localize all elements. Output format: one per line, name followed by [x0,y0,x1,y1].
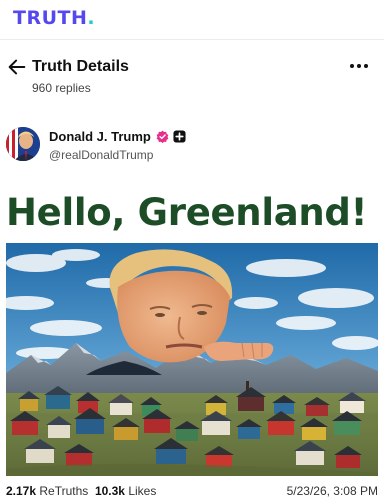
logo-text: TRUTH [13,7,88,29]
author-name-row: Donald J. Trump [49,129,186,144]
engagement-counts: 2.17k ReTruths 10.3k Likes [6,484,156,498]
top-bar: TRUTH. [0,0,384,40]
likes-label[interactable]: Likes [128,484,156,498]
author-name[interactable]: Donald J. Trump [49,129,151,144]
page-header: Truth Details 960 replies [0,52,384,102]
post-timestamp: 5/23/26, 3:08 PM [286,484,378,498]
more-horizontal-icon[interactable] [348,58,370,74]
post-author: Donald J. Trump @realDonaldTrump [0,122,384,174]
post-stats: 2.17k ReTruths 10.3k Likes 5/23/26, 3:08… [0,483,384,501]
post-headline: Hello, Greenland! [6,191,368,234]
retruths-count[interactable]: 2.17k [6,484,36,498]
logo-dot: . [87,7,96,29]
page-title: Truth Details [32,58,129,75]
likes-count[interactable]: 10.3k [95,484,125,498]
retruths-label[interactable]: ReTruths [39,484,88,498]
avatar[interactable] [6,127,40,161]
post-image[interactable] [6,243,378,476]
truth-social-logo[interactable]: TRUTH. [13,7,95,29]
plus-badge-icon [173,130,186,143]
verified-badge-icon [156,130,169,143]
author-handle[interactable]: @realDonaldTrump [49,148,153,162]
arrow-left-icon[interactable] [6,56,28,78]
replies-count[interactable]: 960 replies [32,81,91,95]
